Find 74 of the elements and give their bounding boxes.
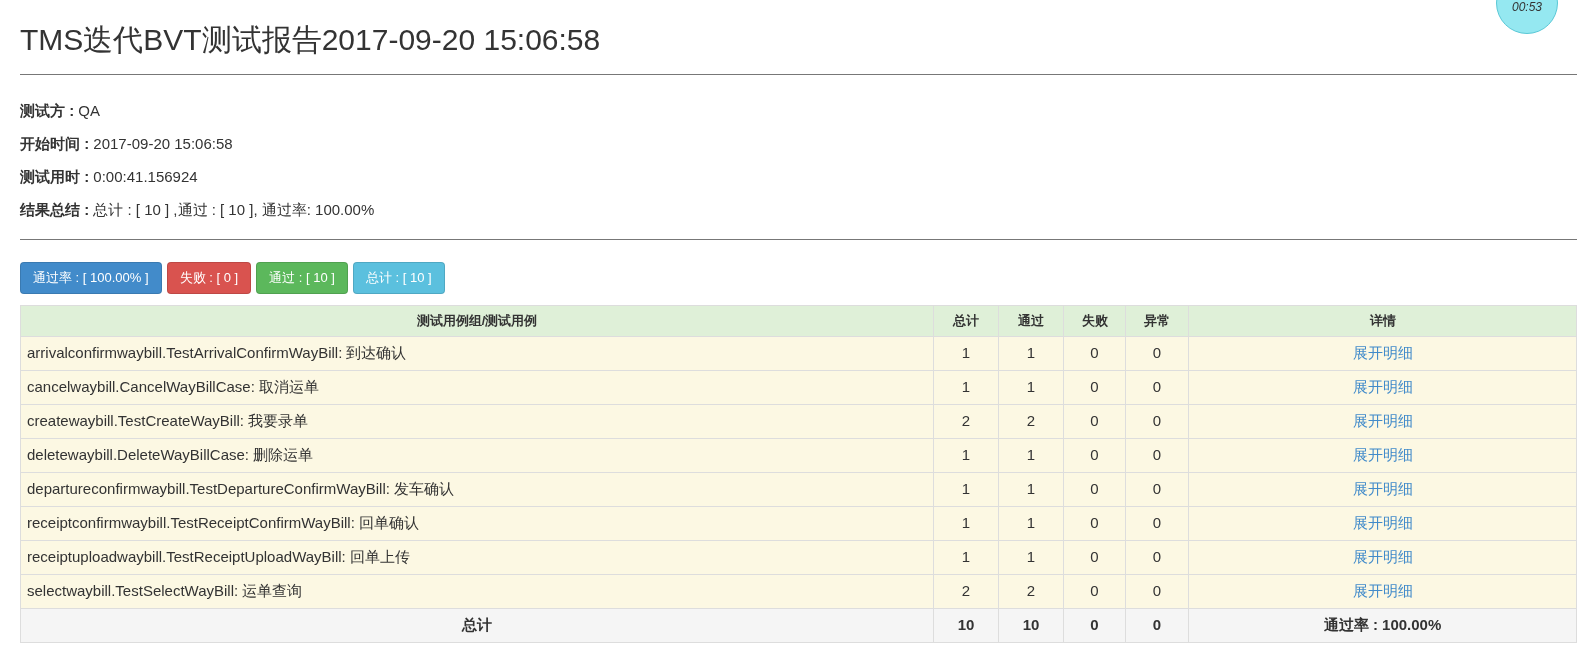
table-cell: 1 [933,472,999,507]
details-link[interactable]: 展开明细 [1352,412,1413,430]
table-cell: 2 [933,574,999,609]
table-cell: 0 [1125,336,1189,371]
table-cell: 1 [998,438,1064,473]
table-cell: 0 [1063,404,1126,439]
table-cell: 1 [998,370,1064,405]
info-value: 2017-09-20 15:06:58 [93,135,233,152]
table-cell: 1 [933,506,999,541]
table-cell: 1 [933,370,999,405]
table-cell: arrivalconfirmwaybill.TestArrivalConfirmWayBill: 到达确认 [20,336,934,371]
filter-button[interactable]: 通过 : [ 10 ] [256,262,348,294]
table-cell: 1 [998,336,1064,371]
details-link[interactable]: 展开明细 [1352,582,1413,600]
table-cell: 2 [933,404,999,439]
column-header: 通过 [998,305,1064,337]
table-cell: 2 [998,574,1064,609]
total-cell: 0 [1125,608,1189,643]
table-cell: 0 [1063,438,1126,473]
table-cell: 0 [1125,574,1189,609]
info-value: QA [78,102,101,119]
details-link[interactable]: 展开明细 [1352,378,1413,396]
info-value: 0:00:41.156924 [93,168,198,185]
table-cell: 1 [998,540,1064,575]
table-cell: 1 [998,472,1064,507]
info-label: 结果总结 : [20,201,90,218]
filter-button[interactable]: 总计 : [ 10 ] [352,262,445,294]
total-cell: 通过率 : 100.00% [1188,608,1577,643]
table-cell: receiptuploadwaybill.TestReceiptUploadWayBill: 回单上传 [20,540,934,575]
timer-badge: 00:53 [1496,0,1558,34]
table-cell: 0 [1063,370,1126,405]
table-cell: 1 [933,540,999,575]
total-cell: 总计 [20,608,934,643]
table-cell: 1 [998,506,1064,541]
info-label: 测试方 : [20,102,75,119]
details-link[interactable]: 展开明细 [1352,480,1413,498]
column-header: 失败 [1063,305,1126,337]
table-cell: 2 [998,404,1064,439]
report-title: TMS迭代BVT测试报告2017-09-20 15:06:58 [20,22,602,58]
table-cell: 0 [1063,336,1126,371]
details-link[interactable]: 展开明细 [1352,548,1413,566]
info-value: 总计 : [ 10 ] ,通过 : [ 10 ], 通过率: 100.00% [93,201,375,218]
table-cell: departureconfirmwaybill.TestDepartureConfirmWayBill: 发车确认 [20,472,934,507]
total-cell: 10 [933,608,999,643]
table-cell: 0 [1125,472,1189,507]
table-cell: 1 [933,336,999,371]
table-cell: 0 [1063,506,1126,541]
table-cell: 0 [1125,506,1189,541]
details-link[interactable]: 展开明细 [1352,446,1413,464]
column-header: 总计 [933,305,999,337]
info-label: 测试用时 : [20,168,90,185]
column-header: 详情 [1188,305,1577,337]
table-cell: cancelwaybill.CancelWayBillCase: 取消运单 [20,370,934,405]
column-header: 异常 [1125,305,1189,337]
column-header: 测试用例组/测试用例 [20,305,934,337]
table-cell: 0 [1063,574,1126,609]
table-cell: createwaybill.TestCreateWayBill: 我要录单 [20,404,934,439]
total-cell: 0 [1063,608,1126,643]
table-cell: 0 [1125,540,1189,575]
table-cell: selectwaybill.TestSelectWayBill: 运单查询 [20,574,934,609]
table-cell: 0 [1063,472,1126,507]
table-cell: 0 [1125,404,1189,439]
info-label: 开始时间 : [20,135,90,152]
table-cell: 0 [1125,370,1189,405]
total-cell: 10 [998,608,1064,643]
table-cell: 0 [1063,540,1126,575]
table-cell: deletewaybill.DeleteWayBillCase: 删除运单 [20,438,934,473]
table-cell: receiptconfirmwaybill.TestReceiptConfirmWayBill: 回单确认 [20,506,934,541]
table-cell: 0 [1125,438,1189,473]
table-cell: 1 [933,438,999,473]
details-link[interactable]: 展开明细 [1352,514,1413,532]
filter-button[interactable]: 失败 : [ 0 ] [166,262,252,294]
details-link[interactable]: 展开明细 [1352,344,1413,362]
filter-button[interactable]: 通过率 : [ 100.00% ] [20,262,162,294]
